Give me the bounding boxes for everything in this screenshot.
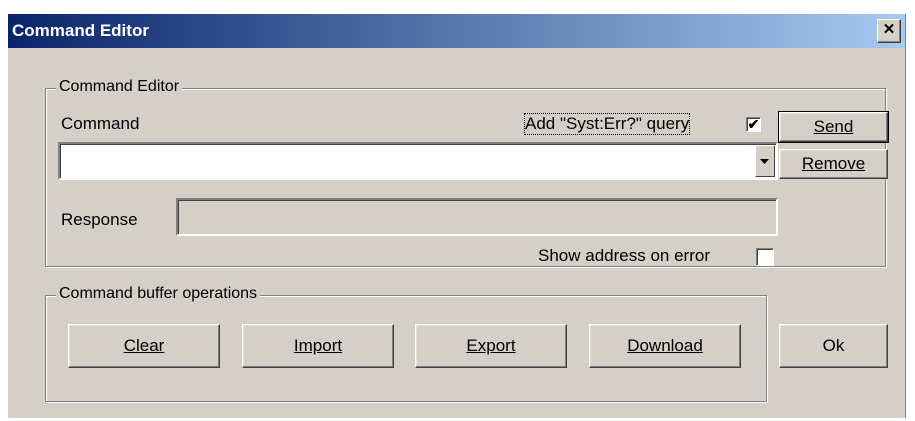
- clear-button[interactable]: Clear: [68, 324, 220, 368]
- remove-button[interactable]: Remove: [779, 149, 888, 179]
- send-button[interactable]: Send: [778, 111, 889, 143]
- response-field: [176, 198, 778, 236]
- import-button[interactable]: Import: [242, 324, 394, 368]
- remove-button-label: Remove: [801, 154, 866, 173]
- command-label: Command: [61, 114, 140, 133]
- command-buffer-group-label: Command buffer operations: [56, 285, 261, 303]
- command-editor-group-label: Command Editor: [56, 78, 183, 96]
- import-button-label: Import: [293, 336, 343, 355]
- syst-err-checkbox[interactable]: ✔: [746, 117, 761, 132]
- command-combobox[interactable]: [58, 142, 778, 180]
- clear-button-label: Clear: [123, 336, 165, 355]
- export-button-label: Export: [466, 336, 516, 355]
- title-bar[interactable]: Command Editor ✕: [8, 14, 905, 48]
- download-button[interactable]: Download: [589, 324, 741, 368]
- ok-button-label: Ok: [822, 336, 845, 355]
- chevron-down-icon: [760, 159, 769, 164]
- close-icon: ✕: [882, 21, 896, 38]
- response-label: Response: [61, 210, 138, 229]
- checkmark-icon: ✔: [747, 116, 760, 132]
- download-button-label: Download: [627, 336, 703, 355]
- close-button[interactable]: ✕: [877, 19, 901, 43]
- export-button[interactable]: Export: [415, 324, 567, 368]
- command-editor-window: Command Editor ✕ Command Editor Command …: [8, 14, 906, 418]
- show-address-checkbox[interactable]: [756, 248, 774, 266]
- show-address-label[interactable]: Show address on error: [538, 246, 710, 266]
- window-title: Command Editor: [12, 21, 149, 40]
- syst-err-label[interactable]: Add "Syst:Err?" query: [523, 113, 691, 135]
- ok-button[interactable]: Ok: [779, 324, 888, 368]
- send-button-label: Send: [813, 117, 854, 136]
- dropdown-button[interactable]: [755, 145, 775, 177]
